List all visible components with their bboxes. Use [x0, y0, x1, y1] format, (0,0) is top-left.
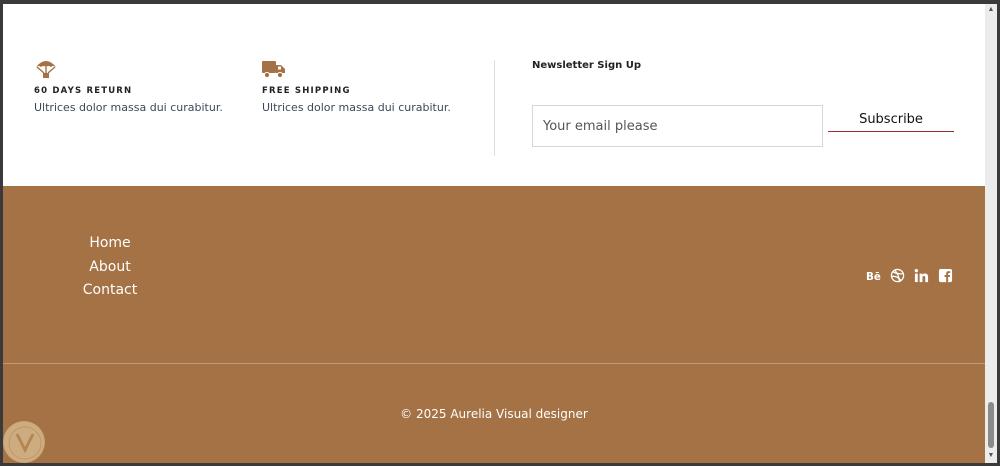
- feature-title: 60 DAYS RETURN: [34, 86, 133, 96]
- feature-title: FREE SHIPPING: [262, 86, 351, 96]
- logo-badge-icon: [3, 421, 45, 463]
- footer-nav: Home About Contact: [63, 232, 157, 303]
- dribbble-icon[interactable]: [890, 268, 905, 283]
- footer-link-contact[interactable]: Contact: [63, 279, 157, 303]
- subscribe-button[interactable]: Subscribe: [828, 108, 954, 132]
- facebook-icon[interactable]: [938, 268, 953, 283]
- behance-icon[interactable]: Bē: [866, 268, 881, 283]
- feature-shipping: FREE SHIPPING Ultrices dolor massa dui c…: [262, 58, 451, 114]
- footer-link-about[interactable]: About: [63, 256, 157, 280]
- scroll-down-icon[interactable]: ▼: [987, 452, 995, 460]
- social-links: Bē: [866, 268, 953, 283]
- newsletter-title: Newsletter Sign Up: [532, 60, 641, 71]
- truck-icon: [262, 58, 286, 80]
- feature-return: 60 DAYS RETURN Ultrices dolor massa dui …: [34, 58, 223, 114]
- vertical-scrollbar[interactable]: ▲ ▼: [985, 4, 997, 463]
- footer-divider: [3, 363, 985, 364]
- parachute-icon: [34, 58, 58, 80]
- feature-description: Ultrices dolor massa dui curabitur.: [262, 101, 451, 114]
- scroll-up-icon[interactable]: ▲: [987, 6, 995, 14]
- linkedin-icon[interactable]: [914, 268, 929, 283]
- svg-text:Bē: Bē: [866, 271, 881, 283]
- site-footer: Home About Contact Bē © 2025 Aurelia Vis…: [3, 186, 985, 463]
- copyright-text: © 2025 Aurelia Visual designer: [400, 407, 588, 421]
- footer-link-home[interactable]: Home: [63, 232, 157, 256]
- features-section: 60 DAYS RETURN Ultrices dolor massa dui …: [3, 4, 985, 186]
- email-input[interactable]: [532, 105, 823, 147]
- feature-description: Ultrices dolor massa dui curabitur.: [34, 101, 223, 114]
- vertical-divider: [494, 60, 495, 156]
- scroll-thumb[interactable]: [988, 402, 994, 448]
- page-viewport: 60 DAYS RETURN Ultrices dolor massa dui …: [3, 4, 985, 463]
